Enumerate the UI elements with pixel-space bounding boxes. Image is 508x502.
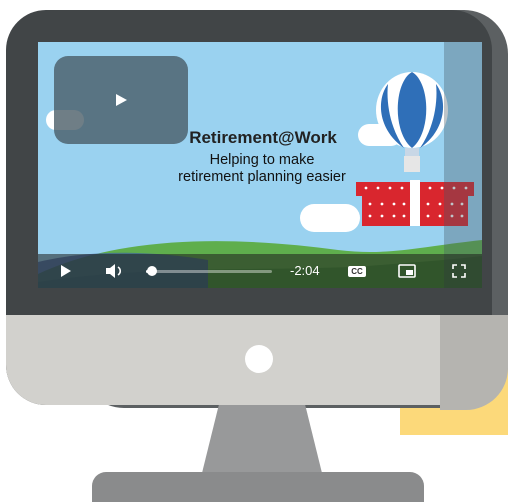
video-subtitle: Helping to make retirement planning easi… [150, 152, 374, 186]
hot-air-balloon-icon [376, 72, 448, 172]
captions-label: CC [348, 265, 366, 277]
subtitle-line: Helping to make [209, 152, 315, 168]
power-button [245, 345, 273, 373]
captions-button[interactable]: CC [344, 254, 370, 288]
play-icon [61, 265, 71, 277]
play-button[interactable] [54, 254, 78, 288]
video-player[interactable]: Retirement@Work Helping to make retireme… [38, 42, 482, 288]
picture-in-picture-icon [398, 264, 416, 278]
subtitle-line: retirement planning easier [178, 169, 346, 185]
progress-track[interactable] [146, 270, 272, 273]
fullscreen-button[interactable] [446, 254, 472, 288]
video-title: Retirement@Work [189, 128, 337, 147]
time-remaining: -2:04 [290, 263, 320, 278]
play-icon [116, 94, 127, 106]
fullscreen-icon [452, 264, 466, 278]
video-control-bar: -2:04 CC [38, 254, 482, 288]
big-play-button[interactable] [54, 56, 188, 144]
volume-button[interactable] [102, 254, 128, 288]
cloud [300, 204, 360, 232]
progress-scrubber[interactable] [146, 266, 157, 276]
monitor-stand-base [92, 472, 424, 502]
side-overlay [444, 42, 482, 288]
volume-icon [106, 264, 122, 278]
picture-in-picture-button[interactable] [394, 254, 420, 288]
monitor-stand-neck [202, 405, 322, 473]
